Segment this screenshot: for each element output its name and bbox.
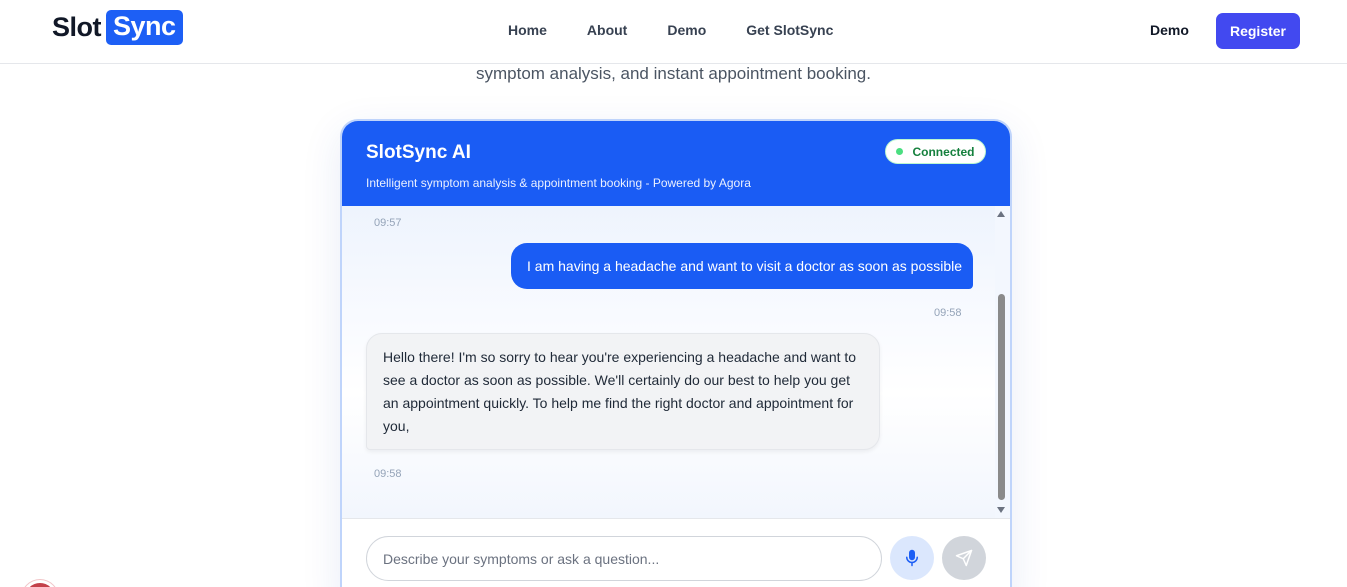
nav-demo-link[interactable]: Demo xyxy=(1150,22,1189,38)
navbar: Slot Sync Home About Demo Get SlotSync D… xyxy=(0,0,1347,64)
chat-header: SlotSync AI Intelligent symptom analysis… xyxy=(342,121,1010,206)
nav-link-get-slotsync[interactable]: Get SlotSync xyxy=(746,22,833,38)
scroll-thumb[interactable] xyxy=(998,294,1005,500)
message-scrollbar[interactable] xyxy=(993,206,1010,518)
message-timestamp: 09:58 xyxy=(934,307,962,319)
hero-subtitle: symptom analysis, and instant appointmen… xyxy=(475,64,871,83)
user-message-bubble: I am having a headache and want to visit… xyxy=(511,243,973,289)
status-badge: Connected xyxy=(885,139,986,164)
chat-title: SlotSync AI xyxy=(366,142,471,163)
logo-text-sync: Sync xyxy=(106,10,183,45)
nav-link-about[interactable]: About xyxy=(587,22,627,38)
nav-links: Home About Demo Get SlotSync xyxy=(508,22,873,38)
microphone-icon xyxy=(906,549,918,567)
message-input[interactable] xyxy=(366,536,882,581)
message-list[interactable]: 09:57 I am having a headache and want to… xyxy=(342,206,995,518)
message-timestamp: 09:58 xyxy=(374,468,402,480)
register-button[interactable]: Register xyxy=(1216,13,1300,49)
chat-composer xyxy=(342,518,1010,587)
chat-widget: SlotSync AI Intelligent symptom analysis… xyxy=(340,119,1012,587)
send-icon xyxy=(955,549,973,567)
status-dot-icon xyxy=(896,148,904,155)
message-timestamp: 09:57 xyxy=(374,217,402,229)
logo[interactable]: Slot Sync xyxy=(52,10,183,45)
nav-link-home[interactable]: Home xyxy=(508,22,547,38)
chat-subtitle: Intelligent symptom analysis & appointme… xyxy=(366,176,751,190)
page: Slot Sync Home About Demo Get SlotSync D… xyxy=(0,0,1347,587)
ai-message-bubble: Hello there! I'm so sorry to hear you're… xyxy=(366,333,880,450)
send-button[interactable] xyxy=(942,536,986,580)
status-label: Connected xyxy=(912,144,975,159)
scroll-down-arrow-icon[interactable] xyxy=(997,507,1005,513)
nav-link-demo[interactable]: Demo xyxy=(667,22,706,38)
scroll-up-arrow-icon[interactable] xyxy=(997,211,1005,217)
logo-text-slot: Slot xyxy=(52,12,102,42)
floating-avatar[interactable] xyxy=(22,580,58,587)
microphone-button[interactable] xyxy=(890,536,934,580)
